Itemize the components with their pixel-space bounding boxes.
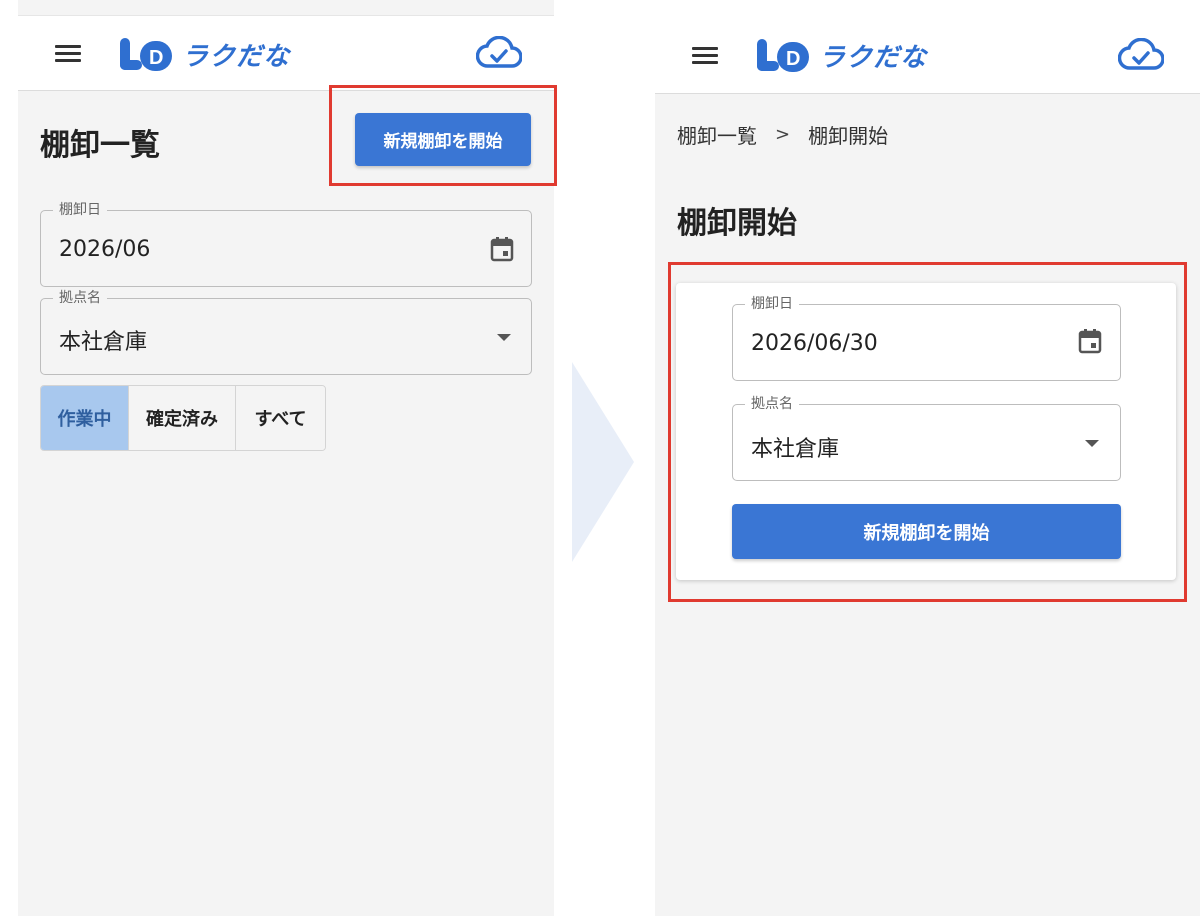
app-header: D ラクだな	[655, 0, 1200, 94]
filter-in-progress[interactable]: 作業中	[41, 386, 129, 450]
location-select[interactable]: 拠点名 本社倉庫	[732, 395, 1121, 481]
breadcrumb: 棚卸一覧 > 棚卸開始	[677, 120, 888, 149]
page-title: 棚卸開始	[677, 206, 797, 241]
inventory-start-screen: D ラクだな 棚卸一覧 > 棚卸開始 棚卸開始 棚卸日 2026/06/30 拠…	[655, 0, 1200, 916]
location-select[interactable]: 拠点名 本社倉庫	[40, 289, 532, 375]
location-field-value: 本社倉庫	[751, 437, 840, 462]
app-logo[interactable]: D ラクだな	[118, 35, 290, 73]
page-title: 棚卸一覧	[40, 128, 160, 163]
dropdown-caret-icon[interactable]	[497, 334, 511, 341]
breadcrumb-item-current: 棚卸開始	[808, 124, 889, 148]
breadcrumb-item-inventory-list[interactable]: 棚卸一覧	[677, 120, 757, 149]
app-logo[interactable]: D ラクだな	[755, 36, 927, 74]
logo-mark-icon: D	[757, 39, 809, 72]
hamburger-menu-icon[interactable]	[692, 47, 718, 65]
svg-text:D: D	[149, 47, 163, 69]
calendar-icon[interactable]	[1078, 328, 1102, 354]
cloud-check-icon[interactable]	[1118, 38, 1164, 72]
date-field[interactable]: 棚卸日 2026/06/30	[732, 295, 1121, 381]
calendar-icon[interactable]	[490, 236, 514, 262]
location-field-label: 拠点名	[745, 395, 799, 413]
hamburger-menu-icon[interactable]	[55, 45, 81, 63]
location-field-label: 拠点名	[53, 289, 107, 307]
start-inventory-form: 棚卸日 2026/06/30 拠点名 本社倉庫 新規棚卸を開始	[676, 283, 1176, 580]
date-field-value: 2026/06	[59, 237, 151, 262]
location-field-value: 本社倉庫	[59, 330, 148, 355]
date-field[interactable]: 棚卸日 2026/06	[40, 201, 532, 287]
filter-all[interactable]: すべて	[236, 386, 325, 450]
brand-name: ラクだな	[819, 42, 928, 73]
transition-arrow-icon	[572, 362, 634, 562]
brand-name: ラクだな	[182, 41, 291, 72]
inventory-list-screen: D ラクだな 棚卸一覧 新規棚卸を開始 棚卸日 2026/06 拠点名 本社倉庫…	[18, 0, 554, 916]
filter-confirmed[interactable]: 確定済み	[129, 386, 236, 450]
svg-text:D: D	[786, 48, 800, 70]
date-field-label: 棚卸日	[53, 201, 107, 219]
dropdown-caret-icon[interactable]	[1085, 440, 1099, 447]
new-inventory-button[interactable]: 新規棚卸を開始	[355, 113, 531, 166]
date-field-label: 棚卸日	[745, 295, 799, 313]
status-filter-toggle: 作業中 確定済み すべて	[40, 385, 326, 451]
logo-mark-icon: D	[120, 38, 172, 71]
date-field-value: 2026/06/30	[751, 331, 878, 356]
start-inventory-button[interactable]: 新規棚卸を開始	[732, 504, 1121, 559]
breadcrumb-separator: >	[775, 124, 791, 145]
app-header: D ラクだな	[18, 15, 554, 91]
cloud-check-icon[interactable]	[476, 36, 522, 70]
